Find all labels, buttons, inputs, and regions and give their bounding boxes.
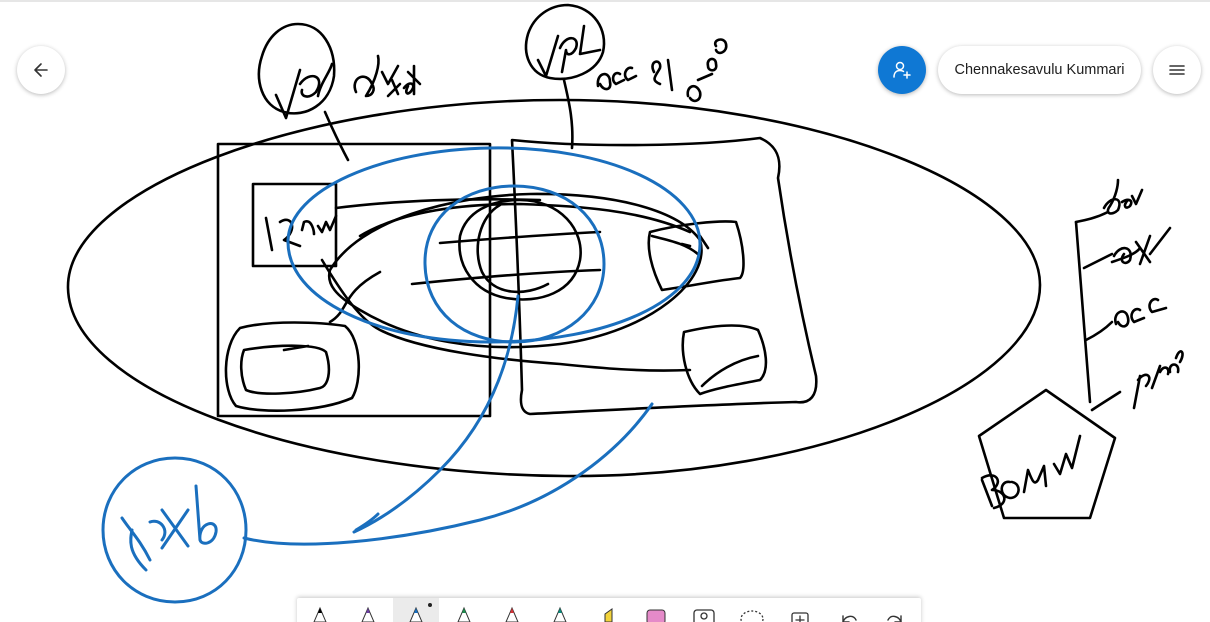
invite-button[interactable] xyxy=(878,46,926,94)
add-person-icon xyxy=(893,61,911,79)
tool-undo[interactable] xyxy=(825,598,871,622)
pen-icon xyxy=(409,603,432,622)
tool-highlighter[interactable] xyxy=(585,598,631,622)
right-rectangle xyxy=(510,136,818,416)
vpc-left-circle xyxy=(257,22,336,115)
eraser-icon xyxy=(646,609,666,622)
pen-icon xyxy=(505,606,519,622)
whiteboard-app: Chennakesavulu Kummari xyxy=(0,0,1210,622)
add-page-icon xyxy=(791,612,809,622)
pen-icon xyxy=(457,606,471,622)
tool-redo[interactable] xyxy=(873,598,919,622)
blue-ink-layer xyxy=(101,146,702,604)
tool-pen-red[interactable] xyxy=(489,598,535,622)
tool-pen-teal[interactable] xyxy=(537,598,583,622)
blue-large-ellipse xyxy=(286,146,702,344)
back-button[interactable] xyxy=(17,46,65,94)
blob-top-right xyxy=(647,220,745,292)
pen-icon xyxy=(553,606,567,622)
outer-ellipse xyxy=(66,98,1042,478)
image-icon xyxy=(693,609,715,622)
tool-lasso[interactable] xyxy=(729,598,775,622)
tool-image[interactable] xyxy=(681,598,727,622)
lasso-icon xyxy=(740,610,764,622)
blob-bottom-left xyxy=(224,321,361,412)
redo-icon xyxy=(887,615,902,622)
hamburger-icon xyxy=(1169,65,1185,75)
tool-add-page[interactable] xyxy=(777,598,823,622)
tool-pen-purple[interactable] xyxy=(345,598,391,622)
tool-pen-green[interactable] xyxy=(441,598,487,622)
arrow-left-icon xyxy=(34,63,48,77)
ink-toolbar xyxy=(297,598,921,622)
user-name-button[interactable]: Chennakesavulu Kummari xyxy=(938,46,1141,94)
tool-pen-blue[interactable] xyxy=(393,598,439,622)
user-name: Chennakesavulu Kummari xyxy=(954,62,1125,78)
tool-pen-black[interactable] xyxy=(297,598,343,622)
undo-icon xyxy=(842,615,857,622)
pen-icon xyxy=(313,606,327,622)
tool-eraser[interactable] xyxy=(633,598,679,622)
pen-icon xyxy=(361,606,375,622)
menu-button[interactable] xyxy=(1153,46,1201,94)
blob-bottom-right xyxy=(681,324,768,396)
highlighter-icon xyxy=(604,608,613,622)
